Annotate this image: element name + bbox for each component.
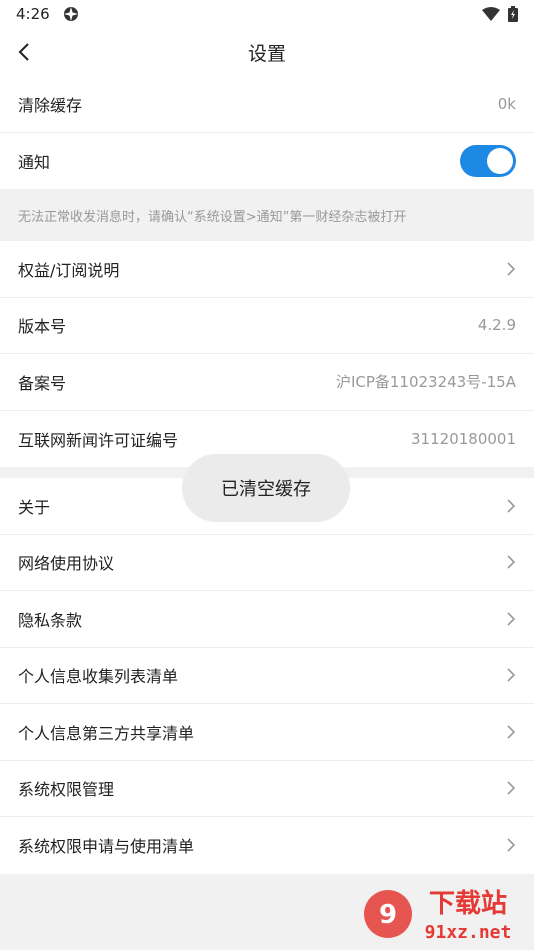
- permission-management-row[interactable]: 系统权限管理: [0, 761, 534, 817]
- page-title: 设置: [247, 42, 286, 65]
- chevron-right-icon: [507, 612, 516, 626]
- notification-label: 通知: [18, 152, 51, 172]
- privacy-policy-label: 隐私条款: [18, 610, 83, 630]
- wifi-icon: [482, 7, 500, 21]
- third-party-sharing-row[interactable]: 个人信息第三方共享清单: [0, 704, 534, 761]
- network-agreement-row[interactable]: 网络使用协议: [0, 535, 534, 591]
- settings-group-cache: 清除缓存 0k 通知: [0, 76, 534, 189]
- notification-hint: 无法正常收发消息时，请确认“系统设置>通知”第一财经杂志被打开: [0, 189, 534, 241]
- icp-row: 备案号 沪ICP备11023243号-15A: [0, 354, 534, 411]
- cache-size-value: 0k: [497, 94, 516, 113]
- battery-icon: [508, 6, 518, 22]
- icp-label: 备案号: [18, 373, 67, 393]
- clear-cache-row[interactable]: 清除缓存 0k: [0, 76, 534, 133]
- news-license-value: 31120180001: [411, 429, 516, 448]
- back-arrow-icon[interactable]: [14, 40, 36, 64]
- version-label: 版本号: [18, 317, 67, 337]
- notification-row: 通知: [0, 133, 534, 190]
- icp-value: 沪ICP备11023243号-15A: [335, 373, 516, 392]
- app-header: 设置: [0, 28, 534, 76]
- chevron-right-icon: [507, 262, 516, 276]
- toggle-knob: [487, 147, 513, 174]
- chevron-right-icon: [507, 725, 516, 739]
- chevron-right-icon: [507, 555, 516, 569]
- about-label: 关于: [18, 497, 51, 517]
- permission-usage-list-row[interactable]: 系统权限申请与使用清单: [0, 817, 534, 874]
- notification-toggle[interactable]: [460, 144, 516, 177]
- chevron-right-icon: [507, 668, 516, 682]
- subscription-info-row[interactable]: 权益/订阅说明: [0, 241, 534, 298]
- watermark-title: 下载站: [429, 889, 507, 919]
- cache-cleared-toast: 已清空缓存: [182, 454, 350, 522]
- personal-info-list-label: 个人信息收集列表清单: [18, 667, 179, 687]
- permission-management-label: 系统权限管理: [18, 780, 115, 800]
- privacy-policy-row[interactable]: 隐私条款: [0, 591, 534, 648]
- settings-group-legal: 关于 网络使用协议 隐私条款 个人信息收集列表清单 个人信息第三方共享清单 系统…: [0, 478, 534, 874]
- status-time: 4:26: [16, 5, 50, 23]
- permission-usage-list-label: 系统权限申请与使用清单: [18, 837, 195, 857]
- settings-group-info: 权益/订阅说明 版本号 4.2.9 备案号 沪ICP备11023243号-15A…: [0, 241, 534, 467]
- personal-info-list-row[interactable]: 个人信息收集列表清单: [0, 648, 534, 704]
- chevron-right-icon: [507, 838, 516, 852]
- chevron-right-icon: [507, 781, 516, 795]
- news-license-label: 互联网新闻许可证编号: [18, 430, 179, 450]
- svg-text:9: 9: [379, 900, 397, 930]
- network-agreement-label: 网络使用协议: [18, 554, 115, 574]
- app-notification-icon: [63, 7, 78, 21]
- site-watermark-logo: 9 下载站 91xz.net: [364, 889, 512, 943]
- chevron-right-icon: [507, 499, 516, 513]
- status-bar: 4:26: [0, 0, 534, 28]
- subscription-info-label: 权益/订阅说明: [18, 260, 120, 280]
- watermark-url: 91xz.net: [425, 922, 512, 943]
- clear-cache-label: 清除缓存: [18, 95, 83, 115]
- third-party-sharing-label: 个人信息第三方共享清单: [18, 723, 195, 743]
- version-row: 版本号 4.2.9: [0, 298, 534, 354]
- version-value: 4.2.9: [477, 316, 516, 335]
